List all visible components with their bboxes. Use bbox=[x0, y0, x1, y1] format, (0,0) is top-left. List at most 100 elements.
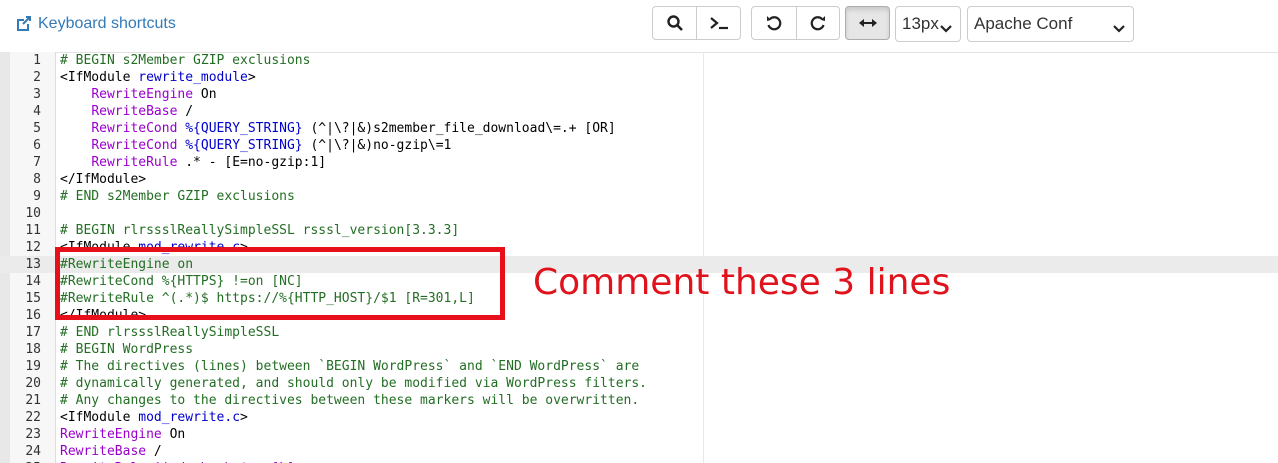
chevron-down-icon bbox=[1113, 19, 1125, 39]
line-number: 9 bbox=[33, 189, 41, 204]
line-number: 14 bbox=[25, 274, 41, 289]
code-line[interactable]: 21 # Any changes to the directives betwee… bbox=[0, 392, 1278, 409]
line-code: # BEGIN rlrssslReallySimpleSSL rsssl_ver… bbox=[60, 222, 459, 239]
code-token: # END rlrssslReallySimpleSSL bbox=[60, 325, 280, 340]
line-code: # BEGIN s2Member GZIP exclusions bbox=[60, 52, 310, 69]
code-token: # The directives (lines) between `BEGIN … bbox=[60, 359, 640, 374]
code-line[interactable]: 5 RewriteCond %{QUERY_STRING} (^|\?|&)s2… bbox=[0, 120, 1278, 137]
code-line[interactable]: 9 # END s2Member GZIP exclusions bbox=[0, 188, 1278, 205]
terminal-icon bbox=[709, 15, 729, 31]
code-line[interactable]: 10 bbox=[0, 205, 1278, 222]
line-number: 12 bbox=[25, 240, 41, 255]
line-code: # BEGIN WordPress bbox=[60, 341, 193, 358]
code-line[interactable]: 1 # BEGIN s2Member GZIP exclusions bbox=[0, 52, 1278, 69]
line-code: RewriteEngine On bbox=[60, 86, 217, 103]
line-code: # The directives (lines) between `BEGIN … bbox=[60, 358, 639, 375]
font-size-select[interactable]: 13px bbox=[895, 6, 961, 42]
line-number: 4 bbox=[33, 104, 41, 119]
code-line[interactable]: 2 <IfModule rewrite_module> bbox=[0, 69, 1278, 86]
line-number: 22 bbox=[25, 410, 41, 425]
code-line[interactable]: 20 # dynamically generated, and should on… bbox=[0, 375, 1278, 392]
code-token: # Any changes to the directives between … bbox=[60, 393, 640, 408]
code-line[interactable]: 8 </IfModule> bbox=[0, 171, 1278, 188]
code-line[interactable]: 23 RewriteEngine On bbox=[0, 426, 1278, 443]
line-number: 21 bbox=[25, 393, 41, 408]
code-token: %{QUERY_STRING} bbox=[185, 121, 303, 136]
code-token: RewriteBase bbox=[60, 444, 147, 459]
annotation-label: Comment these 3 lines bbox=[533, 262, 951, 303]
code-token: (^|\?|&)s2member_file_download\=.+ [OR] bbox=[302, 121, 616, 136]
line-code: RewriteCond %{QUERY_STRING} (^|\?|&)no-g… bbox=[60, 137, 451, 154]
line-code: RewriteEngine On bbox=[60, 426, 185, 443]
code-line[interactable]: 3 RewriteEngine On bbox=[0, 86, 1278, 103]
code-line[interactable]: 4 RewriteBase / bbox=[0, 103, 1278, 120]
code-token: RewriteEngine bbox=[91, 87, 194, 102]
line-number: 15 bbox=[25, 291, 41, 306]
line-number: 23 bbox=[25, 427, 41, 442]
undo-button[interactable] bbox=[751, 6, 797, 40]
editor-toolbar: Keyboard shortcuts 13px Apache Conf bbox=[0, 0, 1278, 53]
code-token: # BEGIN rlrssslReallySimpleSSL rsssl_ver… bbox=[60, 223, 460, 238]
line-number: 7 bbox=[33, 155, 41, 170]
horizontal-arrows-icon bbox=[858, 17, 878, 29]
code-token: </IfModule> bbox=[60, 172, 147, 187]
keyboard-shortcuts-link[interactable]: Keyboard shortcuts bbox=[15, 15, 176, 33]
code-token: RewriteEngine bbox=[60, 427, 162, 442]
line-code: # Any changes to the directives between … bbox=[60, 392, 639, 409]
line-number: 24 bbox=[25, 444, 41, 459]
line-code: # END rlrssslReallySimpleSSL bbox=[60, 324, 279, 341]
code-line[interactable]: 6 RewriteCond %{QUERY_STRING} (^|\?|&)no… bbox=[0, 137, 1278, 154]
code-token: > bbox=[240, 410, 248, 425]
code-token: RewriteCond bbox=[91, 121, 178, 136]
code-token: <IfModule bbox=[60, 410, 139, 425]
line-code: <IfModule mod_rewrite.c> bbox=[60, 409, 248, 426]
keyboard-shortcuts-label: Keyboard shortcuts bbox=[38, 15, 176, 32]
line-code: # END s2Member GZIP exclusions bbox=[60, 188, 295, 205]
line-code: RewriteBase / bbox=[60, 103, 193, 120]
code-line[interactable]: 18 # BEGIN WordPress bbox=[0, 341, 1278, 358]
line-number: 17 bbox=[25, 325, 41, 340]
code-token: rewrite_module bbox=[138, 70, 248, 85]
wrap-toggle-button[interactable] bbox=[845, 6, 890, 40]
code-line[interactable]: 24 RewriteBase / bbox=[0, 443, 1278, 460]
code-token: # BEGIN s2Member GZIP exclusions bbox=[60, 53, 311, 68]
code-line[interactable]: 19 # The directives (lines) between `BEGI… bbox=[0, 358, 1278, 375]
line-number: 18 bbox=[25, 342, 41, 357]
undo-icon bbox=[765, 14, 783, 32]
line-number: 16 bbox=[25, 308, 41, 323]
search-button[interactable] bbox=[652, 6, 697, 40]
code-token: # END s2Member GZIP exclusions bbox=[60, 189, 295, 204]
redo-button[interactable] bbox=[796, 6, 840, 40]
line-code: </IfModule> bbox=[60, 171, 146, 188]
code-token: / bbox=[146, 444, 162, 459]
code-line[interactable]: 17 # END rlrssslReallySimpleSSL bbox=[0, 324, 1278, 341]
annotation-highlight-box bbox=[55, 247, 505, 320]
code-token: On bbox=[193, 87, 217, 102]
code-token: On bbox=[161, 427, 186, 442]
mode-value: Apache Conf bbox=[974, 14, 1073, 33]
code-token: .* - [E=no-gzip:1] bbox=[177, 155, 327, 170]
code-token: %{QUERY_STRING} bbox=[185, 138, 303, 153]
code-token: mod_rewrite.c bbox=[138, 410, 241, 425]
line-number: 8 bbox=[33, 172, 41, 187]
code-line[interactable]: 7 RewriteRule .* - [E=no-gzip:1] bbox=[0, 154, 1278, 171]
code-token: # BEGIN WordPress bbox=[60, 342, 194, 357]
line-code: RewriteBase / bbox=[60, 443, 162, 460]
code-token: # dynamically generated, and should only… bbox=[60, 376, 647, 391]
code-token: (^|\?|&)no-gzip\=1 bbox=[302, 138, 452, 153]
goto-line-button[interactable] bbox=[696, 6, 741, 40]
line-number: 13 bbox=[25, 257, 41, 272]
line-number: 2 bbox=[33, 70, 41, 85]
code-line[interactable]: 22 <IfModule mod_rewrite.c> bbox=[0, 409, 1278, 426]
line-number: 5 bbox=[33, 121, 41, 136]
mode-select[interactable]: Apache Conf bbox=[967, 6, 1134, 42]
code-line[interactable]: 11 # BEGIN rlrssslReallySimpleSSL rsssl_v… bbox=[0, 222, 1278, 239]
code-token: / bbox=[177, 104, 194, 119]
code-token: RewriteBase bbox=[91, 104, 178, 119]
line-code: RewriteRule .* - [E=no-gzip:1] bbox=[60, 154, 326, 171]
redo-icon bbox=[809, 14, 827, 32]
line-code: # dynamically generated, and should only… bbox=[60, 375, 647, 392]
